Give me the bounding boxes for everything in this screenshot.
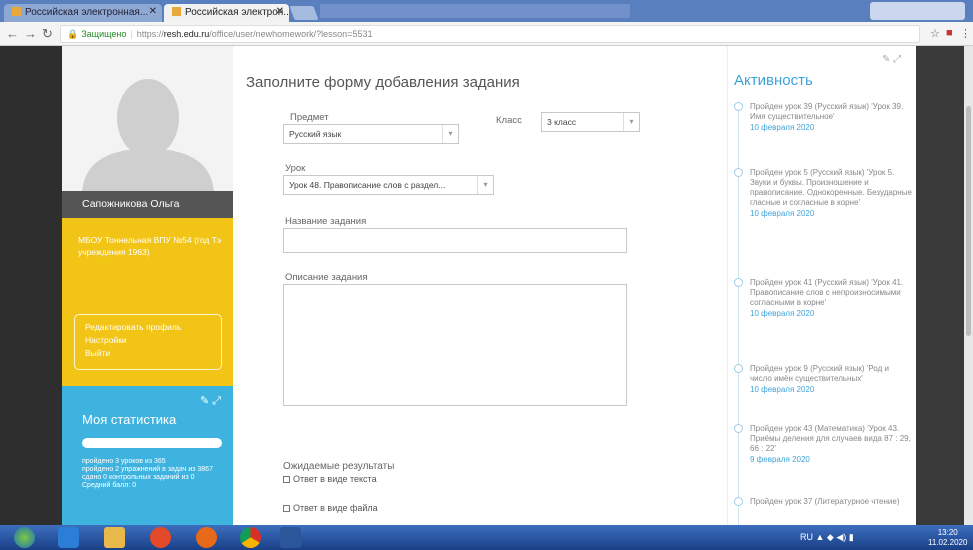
firefox-icon[interactable] xyxy=(196,527,217,548)
edit-pencil-icon[interactable]: ✎ ⤢ xyxy=(882,54,901,65)
timeline-dot-icon xyxy=(734,102,743,111)
windows-taskbar: RU ▲ ◆ ◀) ▮ 13:20 11.02.2020 xyxy=(0,525,973,550)
chevron-down-icon: ▾ xyxy=(442,125,458,143)
activity-title: Активность xyxy=(734,72,813,89)
timeline-dot-icon xyxy=(734,364,743,373)
task-description-textarea[interactable] xyxy=(283,284,627,406)
chrome-icon[interactable] xyxy=(240,527,261,548)
right-background xyxy=(916,46,964,525)
close-tab-icon[interactable]: ✕ xyxy=(276,6,284,17)
forward-arrow-icon[interactable]: → xyxy=(24,26,37,41)
activity-item[interactable]: Пройден урок 9 (Русский язык) 'Род и чис… xyxy=(734,364,912,395)
start-button-icon[interactable] xyxy=(14,527,35,548)
reload-icon[interactable]: ↻ xyxy=(42,26,53,42)
url-domain: resh.edu.ru xyxy=(163,29,210,39)
timeline-dot-icon xyxy=(734,278,743,287)
profile-column: Сапожникова Ольга МБОУ Тоннельная ВПУ №5… xyxy=(62,46,233,525)
task-name-label: Название задания xyxy=(285,216,367,227)
activity-item[interactable]: Пройден урок 39 (Русский язык) 'Урок 39.… xyxy=(734,102,912,133)
system-tray: RU ▲ ◆ ◀) ▮ xyxy=(800,532,854,542)
activity-item[interactable]: Пройден урок 43 (Математика) 'Урок 43. П… xyxy=(734,424,912,465)
activity-item[interactable]: Пройден урок 37 (Литературное чтение) xyxy=(734,497,912,508)
url-prefix: https:// xyxy=(136,29,164,39)
lock-icon: 🔒 xyxy=(67,29,79,39)
new-tab-button[interactable] xyxy=(289,6,319,20)
browser-tab-2[interactable]: Российская электрон... ✕ xyxy=(164,4,289,22)
user-name: Сапожникова Ольга xyxy=(62,191,233,218)
form-title: Заполните форму добавления задания xyxy=(246,74,520,91)
site-favicon-icon xyxy=(12,7,21,16)
left-background xyxy=(0,46,62,525)
logout-link[interactable]: Выйти xyxy=(85,347,211,360)
edit-profile-link[interactable]: Редактировать профиль xyxy=(85,321,211,334)
browser-tab-1[interactable]: Российская электронная... ✕ xyxy=(4,4,162,22)
checkbox-icon xyxy=(283,505,290,512)
browser-tab-bar: Российская электронная... ✕ Российская э… xyxy=(0,0,973,22)
statistics-text: пройдено 3 уроков из 365 пройдено 2 упра… xyxy=(82,458,213,489)
close-tab-icon[interactable]: ✕ xyxy=(149,6,157,17)
page-content: Сапожникова Ольга МБОУ Тоннельная ВПУ №5… xyxy=(0,46,973,525)
chevron-down-icon: ▾ xyxy=(623,113,639,131)
back-arrow-icon[interactable]: ← xyxy=(6,26,19,41)
clock-date: 11.02.2020 xyxy=(928,538,968,547)
timeline-dot-icon xyxy=(734,424,743,433)
statistics-title: Моя статистика xyxy=(82,412,177,427)
chevron-down-icon: ▾ xyxy=(477,176,493,194)
lesson-select[interactable]: Урок 48. Правописание слов с раздел... ▾ xyxy=(283,175,494,195)
taskbar-clock[interactable]: 13:20 11.02.2020 xyxy=(928,528,967,548)
subject-label: Предмет xyxy=(290,112,329,123)
scrollbar-thumb[interactable] xyxy=(966,106,971,336)
url-input[interactable]: 🔒 Защищено | https://resh.edu.ru/office/use… xyxy=(60,25,920,43)
class-select[interactable]: 3 класс ▾ xyxy=(541,112,640,132)
internet-explorer-icon[interactable] xyxy=(58,527,79,548)
avatar xyxy=(62,46,233,191)
language-indicator[interactable]: RU xyxy=(800,532,813,542)
tab-title: Российская электронная... xyxy=(25,7,149,18)
timeline-dot-icon xyxy=(734,497,743,506)
star-icon[interactable]: ☆ xyxy=(930,27,940,40)
window-title-region xyxy=(320,4,630,18)
user-silhouette-icon xyxy=(62,46,233,191)
secure-label: Защищено xyxy=(81,29,127,39)
timeline-dot-icon xyxy=(734,168,743,177)
activity-panel: ✎ ⤢ Активность Пройден урок 39 (Русский … xyxy=(727,46,916,525)
edit-pencil-icon[interactable]: ✎ ⤢ xyxy=(200,394,221,408)
clock-time: 13:20 xyxy=(937,528,958,537)
answer-file-checkbox[interactable]: Ответ в виде файла xyxy=(283,503,378,513)
word-icon[interactable] xyxy=(280,527,301,548)
class-label: Класс xyxy=(496,115,522,126)
url-path: /office/user/newhomework/?lesson=5531 xyxy=(209,29,373,39)
checkbox-icon xyxy=(283,476,290,483)
lesson-label: Урок xyxy=(285,163,306,174)
media-player-icon[interactable] xyxy=(150,527,171,548)
menu-icon[interactable]: ⋮ xyxy=(960,27,971,40)
profile-menu: Редактировать профиль Настройки Выйти xyxy=(74,314,222,370)
school-name: МБОУ Тоннельная ВПУ №54 (год Тэ учрежден… xyxy=(78,235,222,257)
settings-link[interactable]: Настройки xyxy=(85,334,211,347)
tab-title: Российская электрон... xyxy=(185,7,289,18)
statistics-progress-bar xyxy=(82,438,222,448)
activity-item[interactable]: Пройден урок 5 (Русский язык) 'Урок 5. З… xyxy=(734,168,912,219)
statistics-panel: ✎ ⤢ Моя статистика пройдено 3 уроков из … xyxy=(62,386,233,525)
answer-text-checkbox[interactable]: Ответ в виде текста xyxy=(283,474,377,484)
task-name-input[interactable] xyxy=(283,228,627,253)
extension-icon[interactable]: ■ xyxy=(946,27,953,39)
window-controls[interactable] xyxy=(870,2,965,20)
browser-address-bar: ← → ↻ 🔒 Защищено | https://resh.edu.ru/offi… xyxy=(0,22,973,46)
school-info-panel: МБОУ Тоннельная ВПУ №54 (год Тэ учрежден… xyxy=(62,218,233,386)
activity-item[interactable]: Пройден урок 41 (Русский язык) 'Урок 41.… xyxy=(734,278,912,319)
site-favicon-icon xyxy=(172,7,181,16)
subject-select[interactable]: Русский язык ▾ xyxy=(283,124,459,144)
file-explorer-icon[interactable] xyxy=(104,527,125,548)
expected-results-label: Ожидаемые результаты xyxy=(283,461,395,472)
task-description-label: Описание задания xyxy=(285,272,368,283)
